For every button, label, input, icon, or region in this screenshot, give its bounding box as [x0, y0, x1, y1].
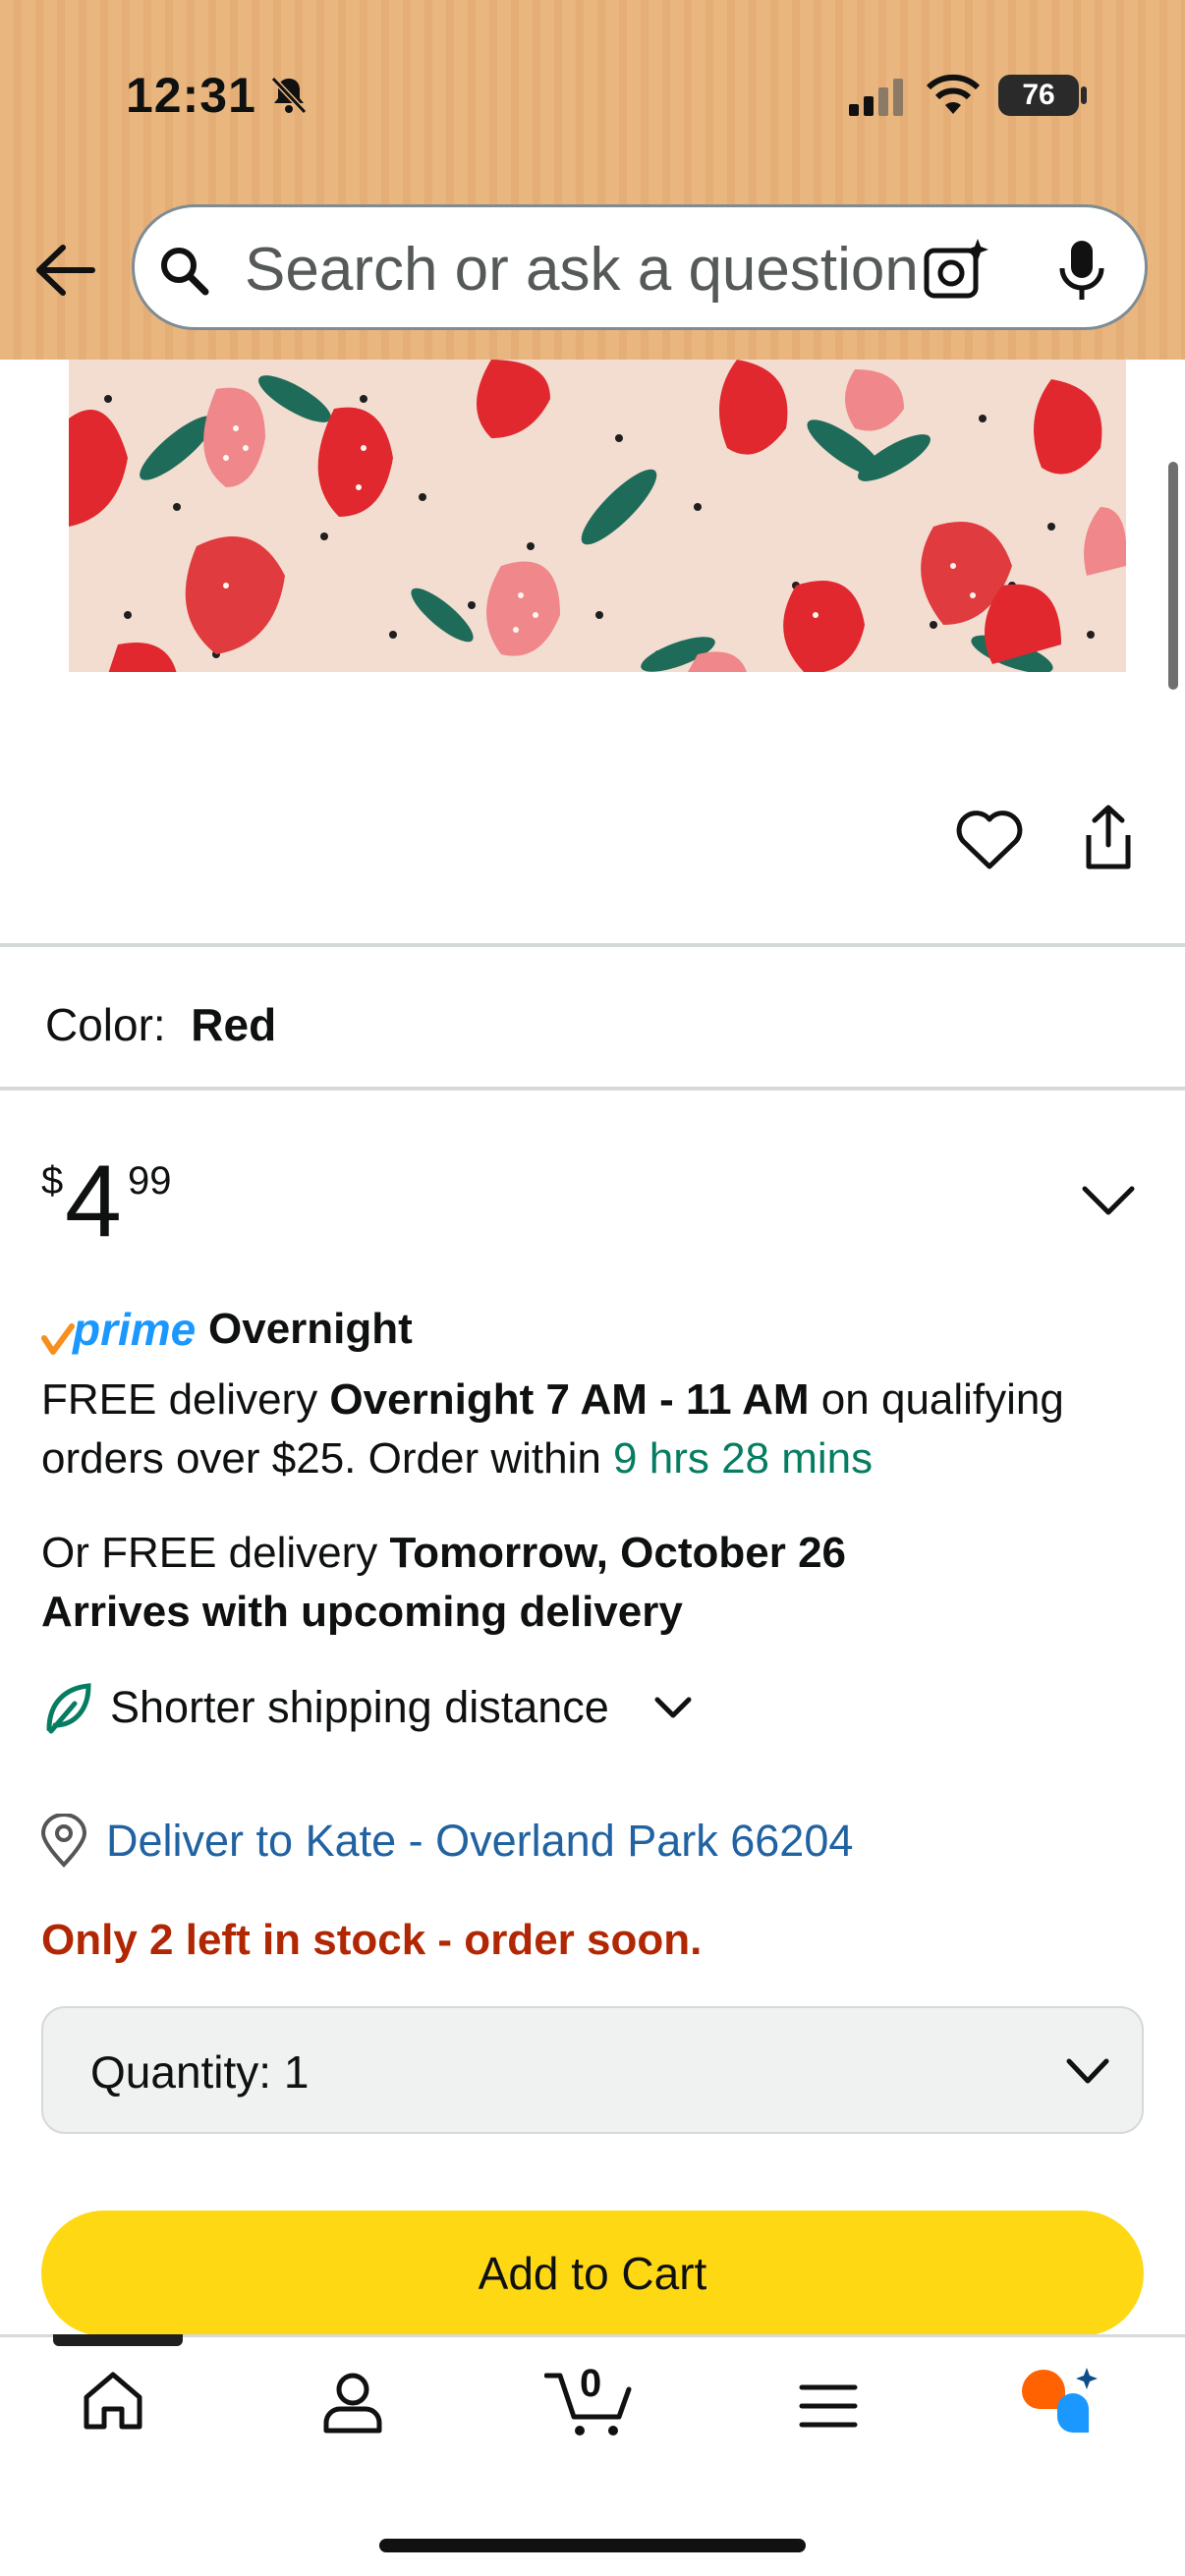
delivery-text: FREE delivery — [41, 1375, 330, 1424]
home-indicator — [379, 2539, 806, 2552]
chevron-down-icon[interactable] — [652, 1690, 694, 1725]
delivery-line-2: orders over $25. Order within 9 hrs 28 m… — [41, 1434, 873, 1484]
arrives-line: Arrives with upcoming delivery — [41, 1588, 683, 1637]
delivery-text: orders over $25. Order within — [41, 1434, 614, 1483]
product-image[interactable] — [69, 360, 1126, 672]
battery-cap — [1081, 86, 1087, 104]
price-symbol: $ — [41, 1159, 64, 1203]
quantity-selector[interactable]: Quantity: 1 — [41, 2006, 1144, 2134]
search-input[interactable]: Search or ask a question — [245, 235, 919, 305]
bell-muted-icon — [270, 76, 308, 115]
wifi-icon — [926, 74, 981, 114]
share-icon[interactable] — [1079, 804, 1138, 872]
account-icon[interactable] — [320, 2370, 385, 2435]
price-whole: 4 — [65, 1145, 122, 1259]
leaf-icon — [46, 1683, 91, 1734]
add-to-cart-button[interactable]: Add to Cart — [41, 2211, 1144, 2336]
microphone-icon[interactable] — [1054, 239, 1109, 302]
deliver-to-link[interactable]: Deliver to Kate - Overland Park 66204 — [106, 1816, 853, 1867]
battery-indicator: 76 — [998, 75, 1079, 116]
delivery-text: on qualifying — [809, 1375, 1064, 1424]
menu-icon[interactable] — [798, 2381, 859, 2431]
home-icon[interactable] — [81, 2370, 145, 2431]
chevron-down-icon[interactable] — [1079, 1175, 1138, 1224]
heart-icon[interactable] — [955, 810, 1024, 872]
cellular-signal-icon — [849, 79, 903, 116]
section-divider — [0, 1087, 1185, 1091]
order-countdown: 9 hrs 28 mins — [613, 1434, 874, 1483]
quantity-value: 1 — [283, 2046, 310, 2098]
active-tab-indicator — [53, 2334, 183, 2346]
delivery-window: Overnight 7 AM - 11 AM — [329, 1375, 810, 1424]
battery-level: 76 — [1022, 79, 1055, 111]
search-bar[interactable]: Search or ask a question — [132, 204, 1148, 330]
color-value: Red — [191, 999, 277, 1050]
stock-warning: Only 2 left in stock - order soon. — [41, 1916, 703, 1964]
delivery-text: Or FREE delivery — [41, 1529, 390, 1577]
quantity-label-text: Quantity: — [90, 2046, 272, 2098]
page-scrollbar[interactable] — [1168, 462, 1178, 690]
shipping-distance-toggle[interactable]: Shorter shipping distance — [110, 1682, 609, 1733]
rufus-assistant-icon[interactable] — [1018, 2366, 1100, 2435]
camera-lens-icon[interactable] — [921, 237, 989, 302]
back-arrow-icon[interactable] — [33, 242, 96, 299]
status-time: 12:31 — [126, 68, 256, 123]
prime-check-icon — [41, 1323, 75, 1355]
price-fraction: 99 — [128, 1159, 172, 1203]
delivery-line-1: FREE delivery Overnight 7 AM - 11 AM on … — [41, 1375, 1064, 1425]
alt-delivery-line: Or FREE delivery Tomorrow, October 26 — [41, 1529, 846, 1578]
alt-delivery-date: Tomorrow, October 26 — [389, 1529, 847, 1577]
prime-logo-text: prime — [73, 1304, 197, 1355]
search-icon — [161, 248, 209, 296]
color-selection: Color: Red — [45, 998, 276, 1051]
chevron-down-icon — [1066, 2058, 1109, 2084]
prime-service: Overnight — [208, 1305, 413, 1353]
strawberry-pattern-image — [69, 360, 1126, 672]
arrives-text: Arrives with upcoming delivery — [41, 1588, 683, 1636]
add-to-cart-label: Add to Cart — [478, 2248, 707, 2299]
quantity-label: Quantity: 1 — [90, 2045, 309, 2099]
location-pin-icon — [40, 1814, 87, 1868]
section-divider — [0, 943, 1185, 947]
color-label: Color: — [45, 999, 166, 1050]
cart-count-badge: 0 — [580, 2362, 602, 2405]
